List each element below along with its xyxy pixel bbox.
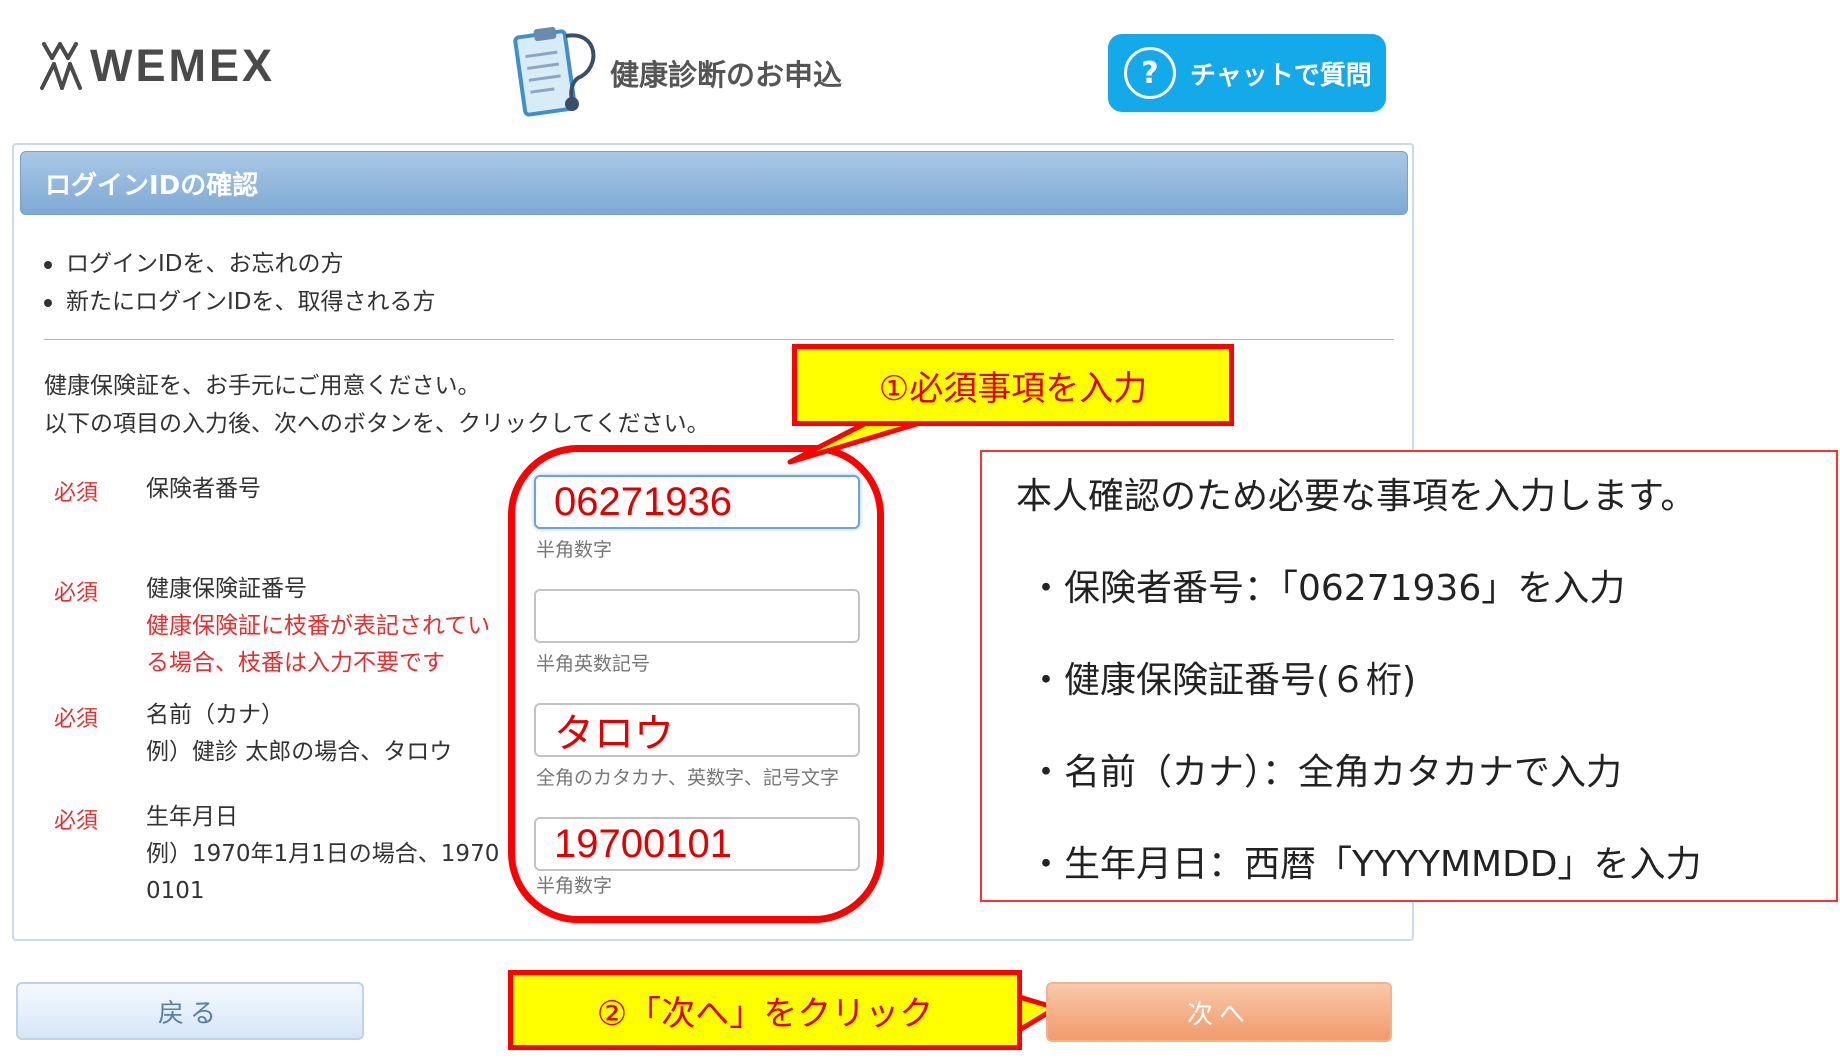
insurance-card-number-hint: 半角英数記号 — [536, 653, 651, 675]
panel-title: ログインIDの確認 — [20, 151, 1408, 215]
chat-help-button[interactable]: ? チャットで質問 — [1108, 34, 1386, 112]
chat-button-label: チャットで質問 — [1190, 60, 1372, 91]
info-box-item: ・保険者番号：「06271936」を入力 — [1028, 568, 1626, 609]
required-badge: 必須 — [54, 809, 99, 834]
required-badge: 必須 — [54, 581, 99, 606]
callout-click-next: ②「次へ」をクリック — [508, 970, 1022, 1050]
info-box-item: ・健康保険証番号(６桁) — [1028, 660, 1417, 701]
name-kana-input[interactable] — [534, 703, 860, 757]
wemex-logo[interactable]: WEMEX — [38, 40, 275, 92]
name-kana-example: 例）健診 太郎の場合、タロウ — [146, 739, 453, 765]
insurer-number-label: 保険者番号 — [146, 476, 261, 502]
instruction-line: 健康保険証を、お手元にご用意ください。 — [44, 373, 481, 399]
info-box: 本人確認のため必要な事項を入力します。 ・保険者番号：「06271936」を入力… — [980, 450, 1838, 902]
birthdate-hint: 半角数字 — [536, 875, 613, 897]
info-box-item: ・名前（カナ）：全角カタカナで入力 — [1028, 752, 1623, 793]
back-button[interactable]: 戻る — [16, 982, 364, 1040]
next-button[interactable]: 次へ — [1046, 982, 1392, 1042]
header-title-text: 健康診断のお申込 — [610, 58, 843, 92]
instruction-line: 以下の項目の入力後、次へのボタンを、クリックしてください。 — [44, 411, 710, 437]
insurance-card-number-label: 健康保険証番号 — [146, 576, 307, 602]
required-badge: 必須 — [54, 707, 99, 732]
wemex-logo-icon — [40, 42, 82, 90]
insurance-card-note: る場合、枝番は入力不要です — [146, 650, 445, 676]
insurance-card-number-input[interactable] — [534, 589, 860, 643]
name-kana-hint: 全角のカタカナ、英数字、記号文字 — [536, 767, 840, 789]
logo-text: WEMEX — [90, 40, 276, 91]
birthdate-input[interactable] — [534, 817, 860, 871]
info-box-title: 本人確認のため必要な事項を入力します。 — [1016, 476, 1697, 517]
birthdate-example: 0101 — [146, 878, 205, 904]
callout-input-required: ①必須事項を入力 — [792, 344, 1234, 426]
insurer-number-input[interactable] — [534, 475, 860, 529]
required-badge: 必須 — [54, 481, 99, 506]
list-item: ログインIDを、お忘れの方 — [36, 245, 436, 283]
question-icon: ? — [1124, 47, 1176, 99]
insurer-number-hint: 半角数字 — [536, 539, 613, 561]
instructions: 健康保険証を、お手元にご用意ください。 以下の項目の入力後、次へのボタンを、クリ… — [44, 367, 710, 443]
clipboard-stethoscope-icon — [513, 26, 596, 117]
name-kana-label: 名前（カナ） — [146, 702, 284, 728]
page-header-title: 健康診断のお申込 — [512, 20, 842, 120]
divider — [44, 339, 1394, 340]
panel-bullet-list: ログインIDを、お忘れの方 新たにログインIDを、取得される方 — [36, 245, 436, 321]
birthdate-example: 例）1970年1月1日の場合、1970 — [146, 841, 500, 867]
info-box-item: ・生年月日：西暦「YYYYMMDD」を入力 — [1028, 844, 1702, 885]
birthdate-label: 生年月日 — [146, 804, 238, 830]
insurance-card-note: 健康保険証に枝番が表記されてい — [146, 613, 491, 639]
list-item: 新たにログインIDを、取得される方 — [36, 283, 436, 321]
